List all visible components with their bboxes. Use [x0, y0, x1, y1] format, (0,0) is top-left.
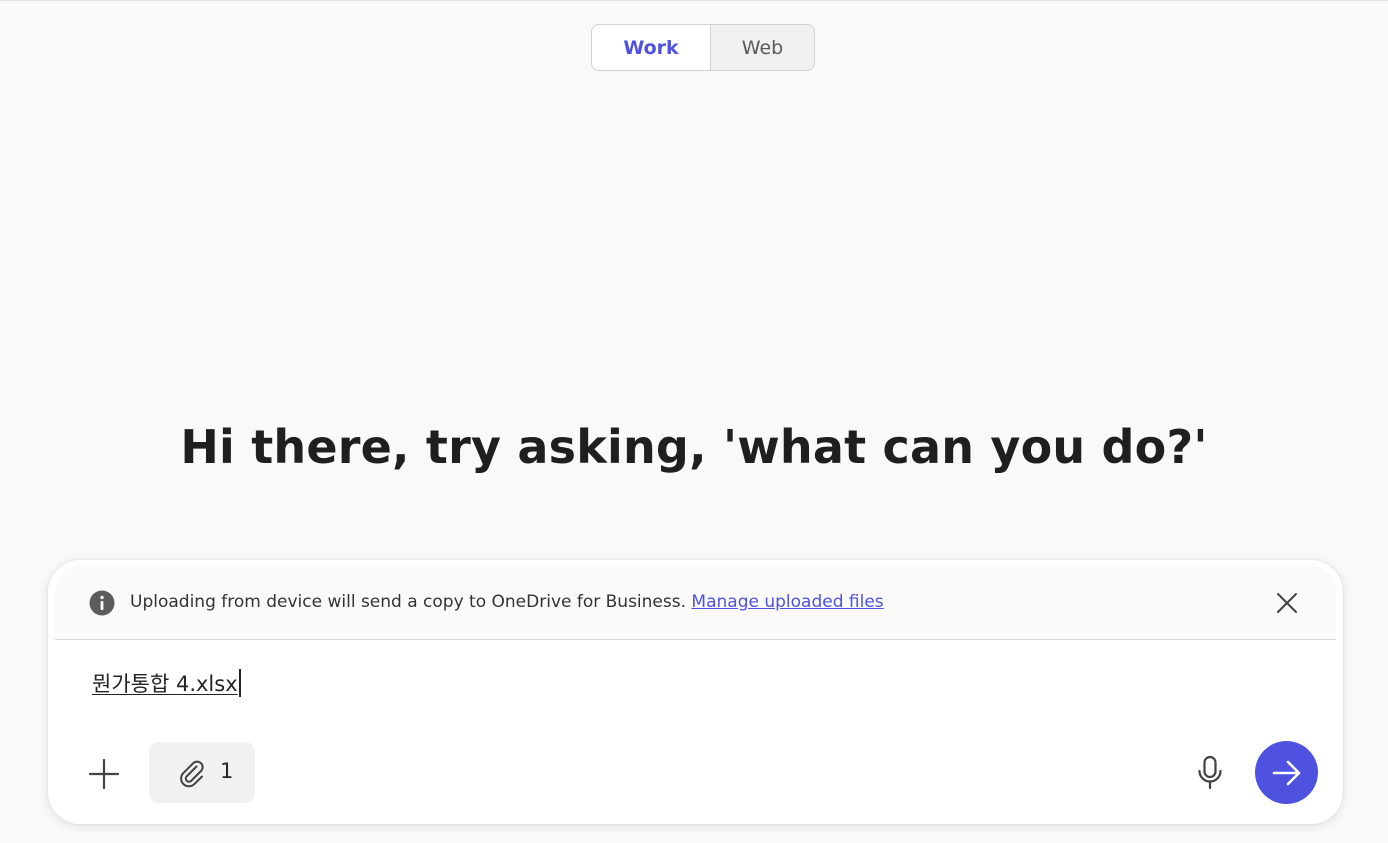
attachment-count: 1 [220, 759, 234, 783]
top-divider [0, 0, 1388, 1]
microphone-icon [1198, 755, 1222, 790]
add-button[interactable] [86, 756, 122, 792]
chat-input-value: 뭔가통합 4.xlsx [92, 672, 238, 696]
tab-work[interactable]: Work [592, 25, 711, 70]
text-caret [238, 669, 241, 697]
close-icon [1277, 593, 1297, 613]
greeting-heading: Hi there, try asking, 'what can you do?' [180, 420, 1208, 474]
chat-composer: Uploading from device will send a copy t… [48, 560, 1343, 824]
notice-text: Uploading from device will send a copy t… [130, 592, 687, 612]
arrow-right-icon [1272, 760, 1300, 785]
upload-notice-banner: Uploading from device will send a copy t… [55, 565, 1336, 640]
chat-input[interactable]: 뭔가통합 4.xlsx [92, 668, 241, 698]
paperclip-icon [180, 760, 204, 788]
manage-uploaded-files-link[interactable]: Manage uploaded files [691, 592, 883, 612]
tab-web[interactable]: Web [711, 25, 814, 70]
attachments-button[interactable]: 1 [149, 742, 255, 803]
send-button[interactable] [1255, 741, 1318, 804]
notice-message: Uploading from device will send a copy t… [130, 592, 884, 612]
info-icon [89, 590, 115, 616]
plus-icon [88, 758, 120, 790]
mode-toggle: Work Web [591, 24, 815, 71]
microphone-button[interactable] [1194, 754, 1226, 792]
close-notice-button[interactable] [1271, 587, 1303, 619]
